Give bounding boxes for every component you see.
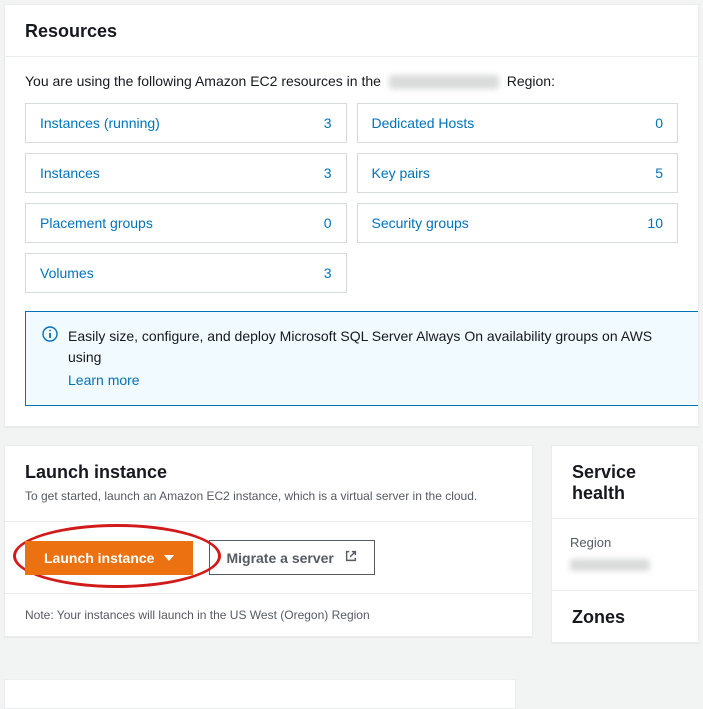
resource-count: 3 bbox=[324, 265, 332, 281]
health-region-block: Region bbox=[552, 519, 698, 590]
launch-title: Launch instance bbox=[25, 462, 512, 483]
launch-note: Note: Your instances will launch in the … bbox=[5, 593, 532, 636]
service-health-title: Service health bbox=[572, 462, 678, 504]
info-banner: Easily size, configure, and deploy Micro… bbox=[25, 311, 698, 406]
resource-count: 5 bbox=[655, 165, 663, 181]
zones-header: Zones bbox=[552, 591, 698, 642]
resource-key-pairs[interactable]: Key pairs 5 bbox=[357, 153, 679, 193]
resource-count: 3 bbox=[324, 115, 332, 131]
resource-count: 0 bbox=[324, 215, 332, 231]
external-link-icon bbox=[344, 549, 358, 566]
resource-label: Volumes bbox=[40, 265, 94, 281]
migrate-server-button[interactable]: Migrate a server bbox=[209, 540, 374, 575]
resource-count: 10 bbox=[647, 215, 663, 231]
resources-intro: You are using the following Amazon EC2 r… bbox=[25, 73, 678, 89]
resource-count: 3 bbox=[324, 165, 332, 181]
service-health-header: Service health bbox=[552, 446, 698, 519]
resource-grid: Instances (running) 3 Dedicated Hosts 0 … bbox=[25, 103, 678, 293]
resource-volumes[interactable]: Volumes 3 bbox=[25, 253, 347, 293]
resource-security-groups[interactable]: Security groups 10 bbox=[357, 203, 679, 243]
launch-button-label: Launch instance bbox=[44, 550, 154, 566]
resource-dedicated-hosts[interactable]: Dedicated Hosts 0 bbox=[357, 103, 679, 143]
resource-label: Instances bbox=[40, 165, 100, 181]
launch-instance-button[interactable]: Launch instance bbox=[25, 541, 193, 575]
region-label: Region bbox=[570, 535, 680, 550]
resource-instances-running[interactable]: Instances (running) 3 bbox=[25, 103, 347, 143]
service-health-panel: Service health Region Zones bbox=[551, 445, 699, 643]
zones-title: Zones bbox=[572, 607, 678, 628]
resource-label: Placement groups bbox=[40, 215, 153, 231]
launch-panel: Launch instance To get started, launch a… bbox=[4, 445, 533, 637]
learn-more-link[interactable]: Learn more bbox=[68, 370, 140, 391]
resource-instances[interactable]: Instances 3 bbox=[25, 153, 347, 193]
launch-header: Launch instance To get started, launch a… bbox=[5, 446, 532, 522]
intro-post: Region: bbox=[507, 73, 555, 89]
intro-pre: You are using the following Amazon EC2 r… bbox=[25, 73, 381, 89]
resource-count: 0 bbox=[655, 115, 663, 131]
resource-placement-groups[interactable]: Placement groups 0 bbox=[25, 203, 347, 243]
info-text-wrap: Easily size, configure, and deploy Micro… bbox=[68, 326, 682, 391]
info-text: Easily size, configure, and deploy Micro… bbox=[68, 328, 652, 365]
resource-label: Security groups bbox=[372, 215, 469, 231]
resources-body: You are using the following Amazon EC2 r… bbox=[5, 57, 698, 426]
bottom-row: Launch instance To get started, launch a… bbox=[4, 445, 699, 661]
caret-down-icon bbox=[164, 555, 174, 561]
resource-label: Instances (running) bbox=[40, 115, 160, 131]
resource-label: Dedicated Hosts bbox=[372, 115, 475, 131]
resources-header: Resources bbox=[5, 5, 698, 57]
stub-panel bbox=[4, 679, 516, 709]
launch-actions: Launch instance Migrate a server bbox=[5, 522, 532, 593]
info-icon bbox=[42, 326, 58, 345]
region-value-redacted bbox=[570, 559, 650, 571]
resource-label: Key pairs bbox=[372, 165, 430, 181]
migrate-button-label: Migrate a server bbox=[226, 550, 333, 566]
resources-panel: Resources You are using the following Am… bbox=[4, 4, 699, 427]
region-redacted bbox=[389, 75, 499, 89]
launch-desc: To get started, launch an Amazon EC2 ins… bbox=[25, 489, 512, 503]
resources-title: Resources bbox=[25, 21, 678, 42]
